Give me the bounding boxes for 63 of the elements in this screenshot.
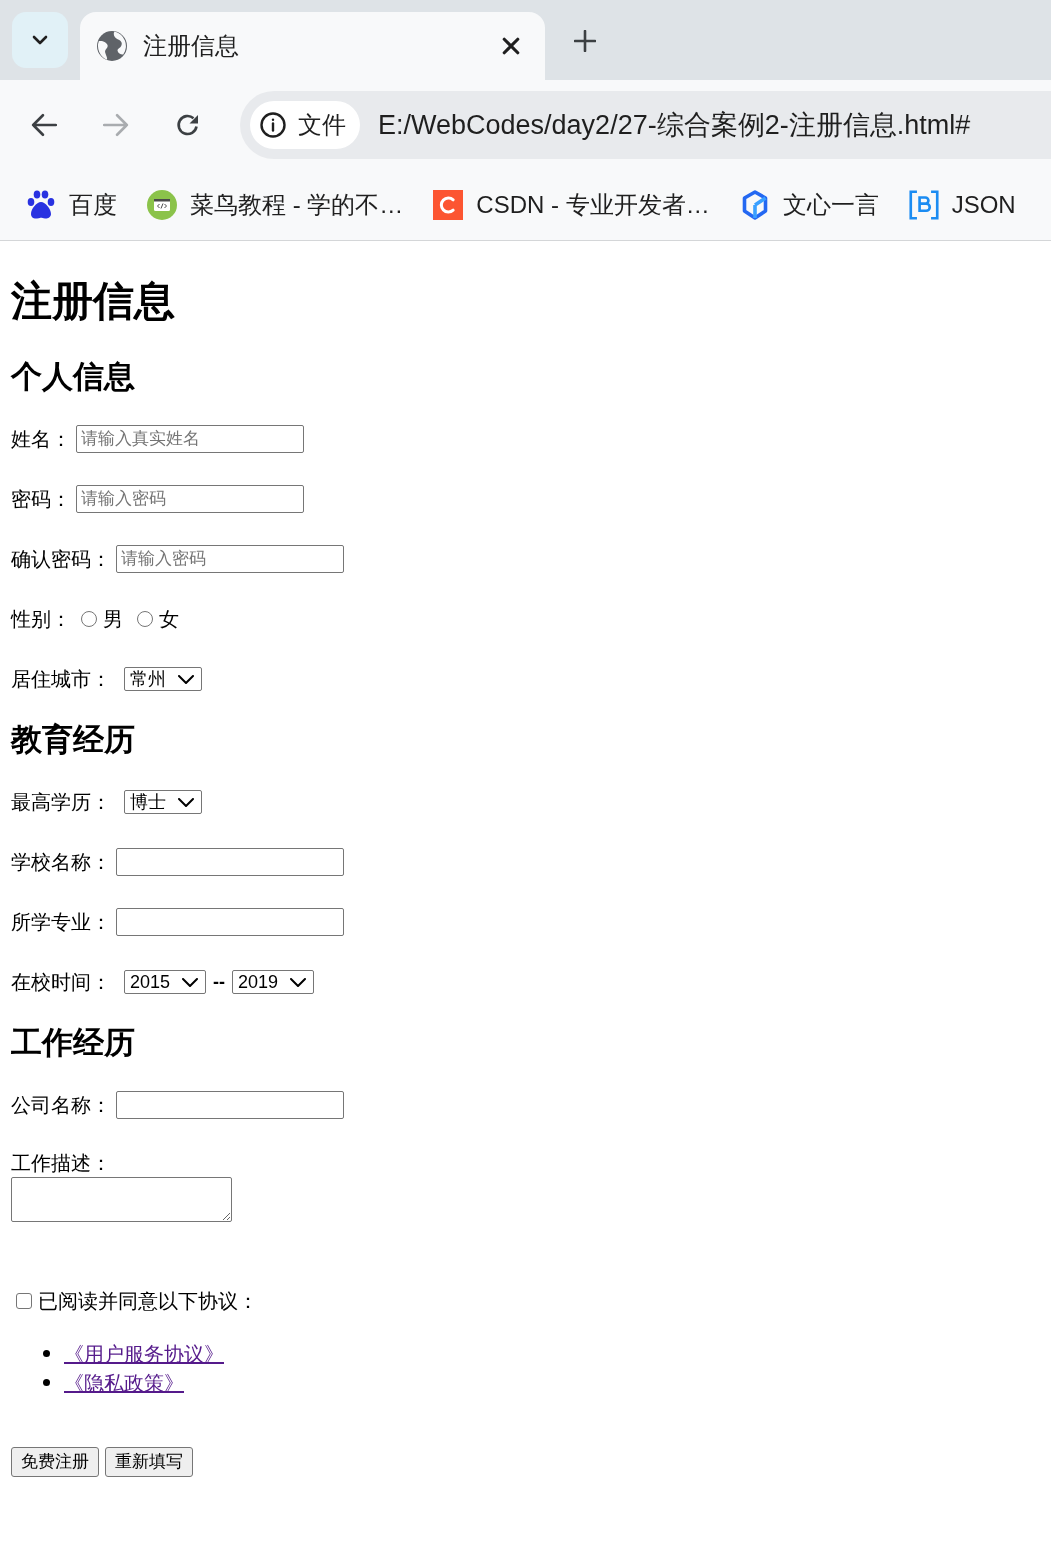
chevron-down-icon (290, 977, 306, 987)
dropdown[interactable]: 博士 (124, 790, 202, 814)
section-heading: 工作经历 (11, 1027, 135, 1059)
bookmark[interactable]: CSDN - 专业开发者… (423, 182, 720, 228)
form-button[interactable]: 重新填写 (105, 1447, 193, 1477)
bookmark[interactable]: JSON (898, 182, 1026, 228)
reload-icon (175, 113, 201, 137)
field-label: 密码： (11, 487, 71, 512)
chevron-down-icon (178, 674, 194, 684)
input-field[interactable]: 请输入密码 (116, 545, 344, 573)
input-field[interactable]: 请输入密码 (76, 485, 304, 513)
field-label: 姓名： (11, 427, 71, 452)
chevron-down-icon (32, 35, 48, 45)
link[interactable]: 《用户服务协议》 (64, 1338, 224, 1369)
code-icon (147, 190, 177, 220)
link[interactable]: 《隐私政策》 (64, 1367, 184, 1398)
back-arrow-icon (31, 113, 57, 137)
field-label: 居住城市： (11, 667, 111, 692)
field-label: 性别： (11, 607, 71, 632)
section-heading: 教育经历 (11, 724, 135, 756)
radio-label: 女 (159, 607, 179, 632)
paw-icon (26, 190, 56, 220)
chevron-down-icon (178, 797, 194, 807)
section-heading: 个人信息 (11, 361, 135, 393)
dropdown[interactable]: 常州 (124, 667, 202, 691)
input-field[interactable]: 请输入真实姓名 (76, 425, 304, 453)
range-separator: -- (213, 970, 225, 994)
field-label: 公司名称： (11, 1093, 111, 1118)
input-field[interactable] (116, 908, 344, 936)
bullet-icon (43, 1350, 50, 1357)
input-field[interactable] (116, 1091, 344, 1119)
field-label: 学校名称： (11, 850, 111, 875)
radio-button[interactable] (137, 611, 153, 627)
dropdown[interactable]: 2015 (124, 970, 206, 994)
field-label: 所学专业： (11, 910, 111, 935)
bookmark[interactable]: 菜鸟教程 - 学的不… (137, 182, 414, 228)
info-icon (260, 112, 286, 138)
textarea-field[interactable] (11, 1177, 232, 1222)
page-title: 注册信息 (11, 280, 175, 322)
brackets-icon (908, 190, 939, 220)
radio-label: 男 (103, 607, 123, 632)
field-label: 确认密码： (11, 547, 111, 572)
browser-tab[interactable]: 注册信息 (80, 12, 545, 80)
address-bar[interactable]: 文件 E:/WebCodes/day2/27-综合案例2-注册信息.html# (240, 91, 1051, 159)
radio-button[interactable] (81, 611, 97, 627)
bookmark[interactable]: 百度 (16, 182, 127, 228)
bullet-icon (43, 1379, 50, 1386)
arc-tile-icon (433, 190, 464, 220)
bookmark[interactable]: 文心一言 (729, 182, 889, 228)
site-info-button[interactable]: 文件 (250, 101, 360, 149)
input-field[interactable] (116, 848, 344, 876)
field-label: 在校时间： (11, 970, 111, 995)
close-icon (502, 37, 520, 55)
forward-arrow-icon (103, 113, 129, 137)
chevron-down-icon (182, 977, 198, 987)
new-tab-plus-icon[interactable] (574, 30, 596, 52)
field-label: 最高学历： (11, 790, 111, 815)
checkbox[interactable] (16, 1293, 32, 1309)
dropdown[interactable]: 2019 (232, 970, 314, 994)
form-button[interactable]: 免费注册 (11, 1447, 99, 1477)
globe-icon (97, 31, 127, 61)
field-label: 工作描述： (11, 1151, 111, 1175)
checkbox-label: 已阅读并同意以下协议： (38, 1289, 258, 1314)
